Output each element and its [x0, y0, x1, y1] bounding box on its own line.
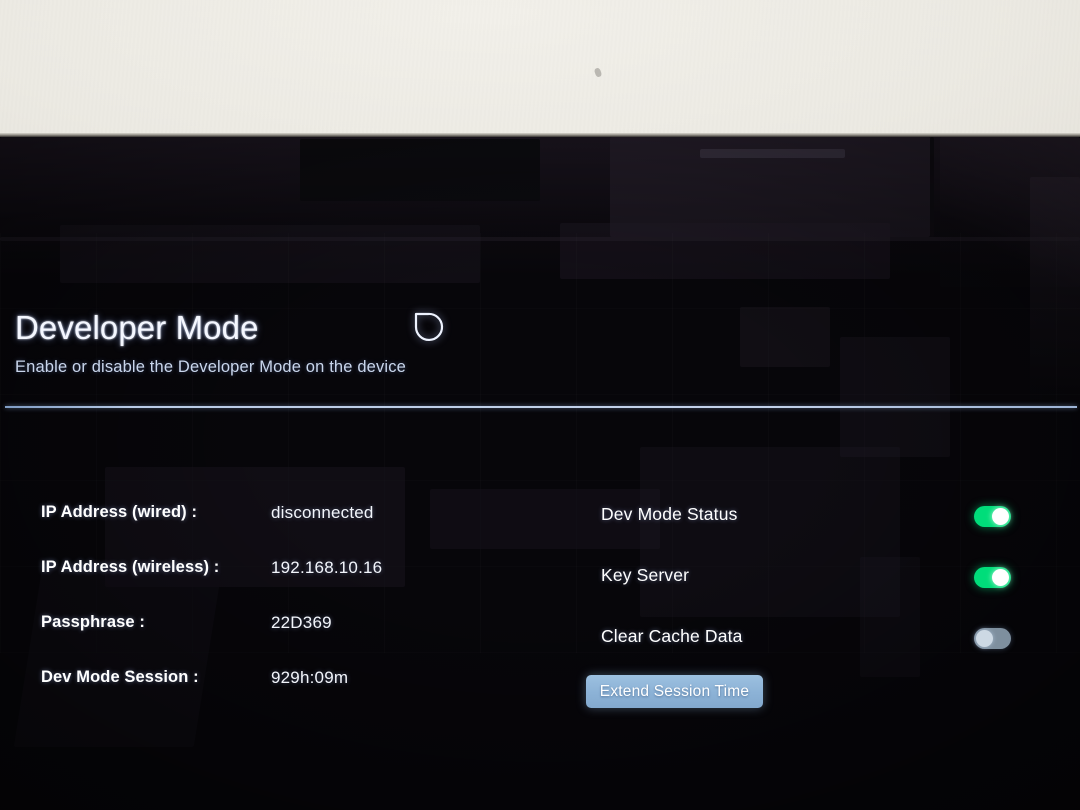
info-value: 929h:09m	[271, 668, 349, 687]
info-row-ip-wireless: IP Address (wireless) : 192.168.10.16	[41, 558, 511, 613]
toggle-knob	[992, 569, 1009, 586]
info-row-dev-mode-session: Dev Mode Session : 929h:09m	[41, 668, 511, 723]
developer-mode-app: Developer Mode Enable or disable the Dev…	[0, 137, 1080, 810]
control-row-key-server: Key Server	[601, 565, 1011, 626]
webos-droplet-icon	[413, 311, 444, 345]
wall-background	[0, 0, 1080, 136]
control-label: Key Server	[601, 565, 690, 585]
info-label: IP Address (wireless) :	[41, 558, 220, 576]
toggle-clear-cache-data[interactable]	[974, 628, 1011, 649]
header-divider	[5, 406, 1077, 408]
info-row-passphrase: Passphrase : 22D369	[41, 613, 511, 668]
toggle-key-server[interactable]	[974, 567, 1011, 588]
device-controls-list: Dev Mode Status Key Server Clear Cache D…	[601, 504, 1011, 687]
toggle-knob	[992, 508, 1009, 525]
info-value: 192.168.10.16	[271, 558, 383, 577]
info-row-ip-wired: IP Address (wired) : disconnected	[41, 503, 511, 558]
info-label: Dev Mode Session :	[41, 668, 199, 686]
control-label: Clear Cache Data	[601, 626, 743, 646]
info-value: disconnected	[271, 503, 374, 522]
page-title: Developer Mode	[15, 309, 259, 346]
wall-texture	[0, 0, 1080, 136]
page-subtitle: Enable or disable the Developer Mode on …	[15, 358, 406, 376]
control-row-dev-mode-status: Dev Mode Status	[601, 504, 1011, 565]
extend-session-time-button[interactable]: Extend Session Time	[586, 675, 763, 708]
toggle-knob	[976, 630, 993, 647]
tv-screen-panel: Developer Mode Enable or disable the Dev…	[0, 137, 1080, 810]
info-label: Passphrase :	[41, 613, 145, 631]
device-info-list: IP Address (wired) : disconnected IP Add…	[41, 503, 511, 723]
control-label: Dev Mode Status	[601, 504, 738, 524]
screenshot-root: Developer Mode Enable or disable the Dev…	[0, 0, 1080, 810]
info-value: 22D369	[271, 613, 332, 632]
info-label: IP Address (wired) :	[41, 503, 198, 521]
toggle-dev-mode-status[interactable]	[974, 506, 1011, 527]
